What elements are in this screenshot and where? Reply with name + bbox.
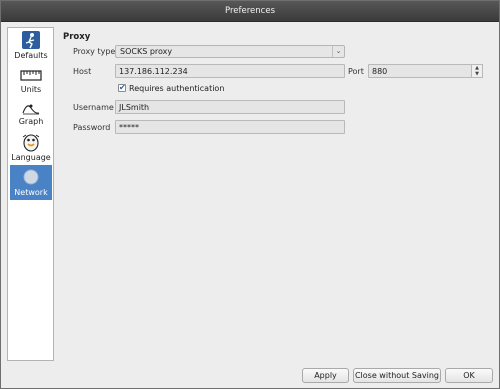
window-title: Preferences: [1, 1, 499, 22]
password-input[interactable]: *****: [115, 120, 345, 134]
apply-button[interactable]: Apply: [302, 368, 349, 383]
network-icon: [23, 169, 39, 185]
preferences-sidebar: Defaults Units Graph Language Network: [7, 27, 54, 361]
host-input[interactable]: 137.186.112.234: [115, 64, 345, 78]
requires-auth-label: Requires authentication: [129, 84, 225, 93]
sidebar-item-label: Graph: [18, 117, 44, 126]
requires-auth-checkbox[interactable]: ✔: [118, 84, 126, 92]
close-without-saving-button[interactable]: Close without Saving: [353, 368, 441, 383]
preferences-window: Preferences Defaults Units Graph Languag…: [0, 0, 500, 389]
defaults-icon: [22, 31, 40, 49]
proxy-type-label: Proxy type: [73, 47, 116, 56]
ruler-icon: [20, 70, 42, 81]
password-label: Password: [73, 123, 111, 132]
sidebar-item-label: Network: [14, 188, 48, 197]
proxy-type-select[interactable]: SOCKS proxy ⌄: [115, 45, 345, 58]
sidebar-item-label: Defaults: [14, 51, 48, 60]
chevron-down-icon: ⌄: [332, 46, 344, 57]
language-icon: [22, 134, 40, 152]
sidebar-item-defaults[interactable]: Defaults: [10, 30, 52, 68]
sidebar-item-network[interactable]: Network: [10, 165, 52, 200]
sidebar-item-language[interactable]: Language: [10, 132, 52, 168]
ok-button[interactable]: OK: [445, 368, 493, 383]
chevron-down-icon[interactable]: ▼: [472, 71, 482, 77]
proxy-type-value: SOCKS proxy: [120, 47, 173, 56]
port-stepper[interactable]: ▲ ▼: [471, 64, 483, 78]
graph-icon: [22, 104, 40, 115]
username-label: Username: [73, 103, 114, 112]
host-label: Host: [73, 67, 92, 76]
sidebar-item-units[interactable]: Units: [10, 66, 52, 104]
sidebar-item-label: Language: [11, 153, 51, 162]
proxy-section-title: Proxy: [63, 32, 91, 42]
port-label: Port: [348, 67, 364, 76]
sidebar-item-label: Units: [20, 85, 42, 94]
port-input[interactable]: 880: [368, 64, 472, 78]
username-input[interactable]: JLSmith: [115, 100, 345, 114]
